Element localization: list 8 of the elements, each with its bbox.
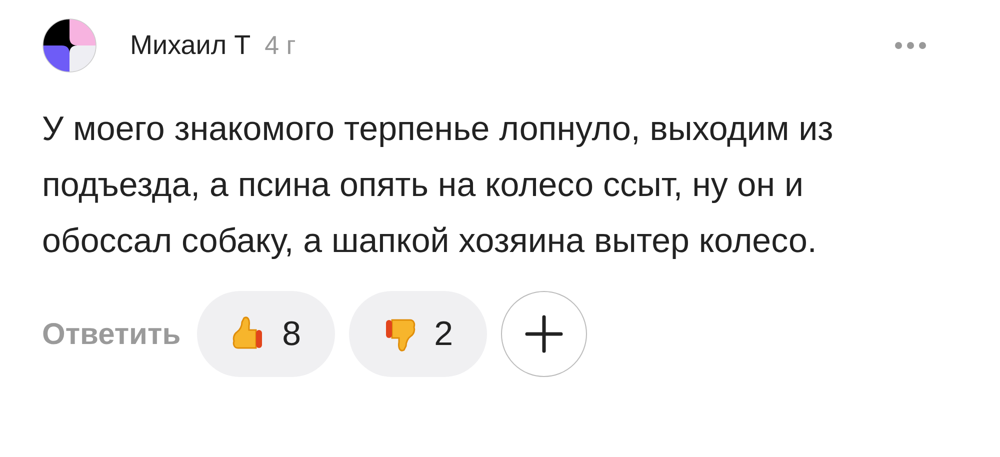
avatar-icon (42, 18, 97, 73)
reaction-button[interactable]: 2 (348, 291, 487, 377)
comment-text: У моего знакомого терпенье лопнуло, выходим из подъезда, а псина опять на колесо ссыт, ну он и обоссал собаку, а шапкой хозяина вытер колесо. (42, 109, 834, 262)
author-name[interactable]: Михаил Т (130, 25, 251, 66)
plus-icon (524, 314, 564, 354)
reaction-button[interactable]: 8 (196, 291, 335, 377)
comment-age: 4 г (264, 29, 296, 62)
add-reaction-button[interactable] (500, 291, 587, 377)
